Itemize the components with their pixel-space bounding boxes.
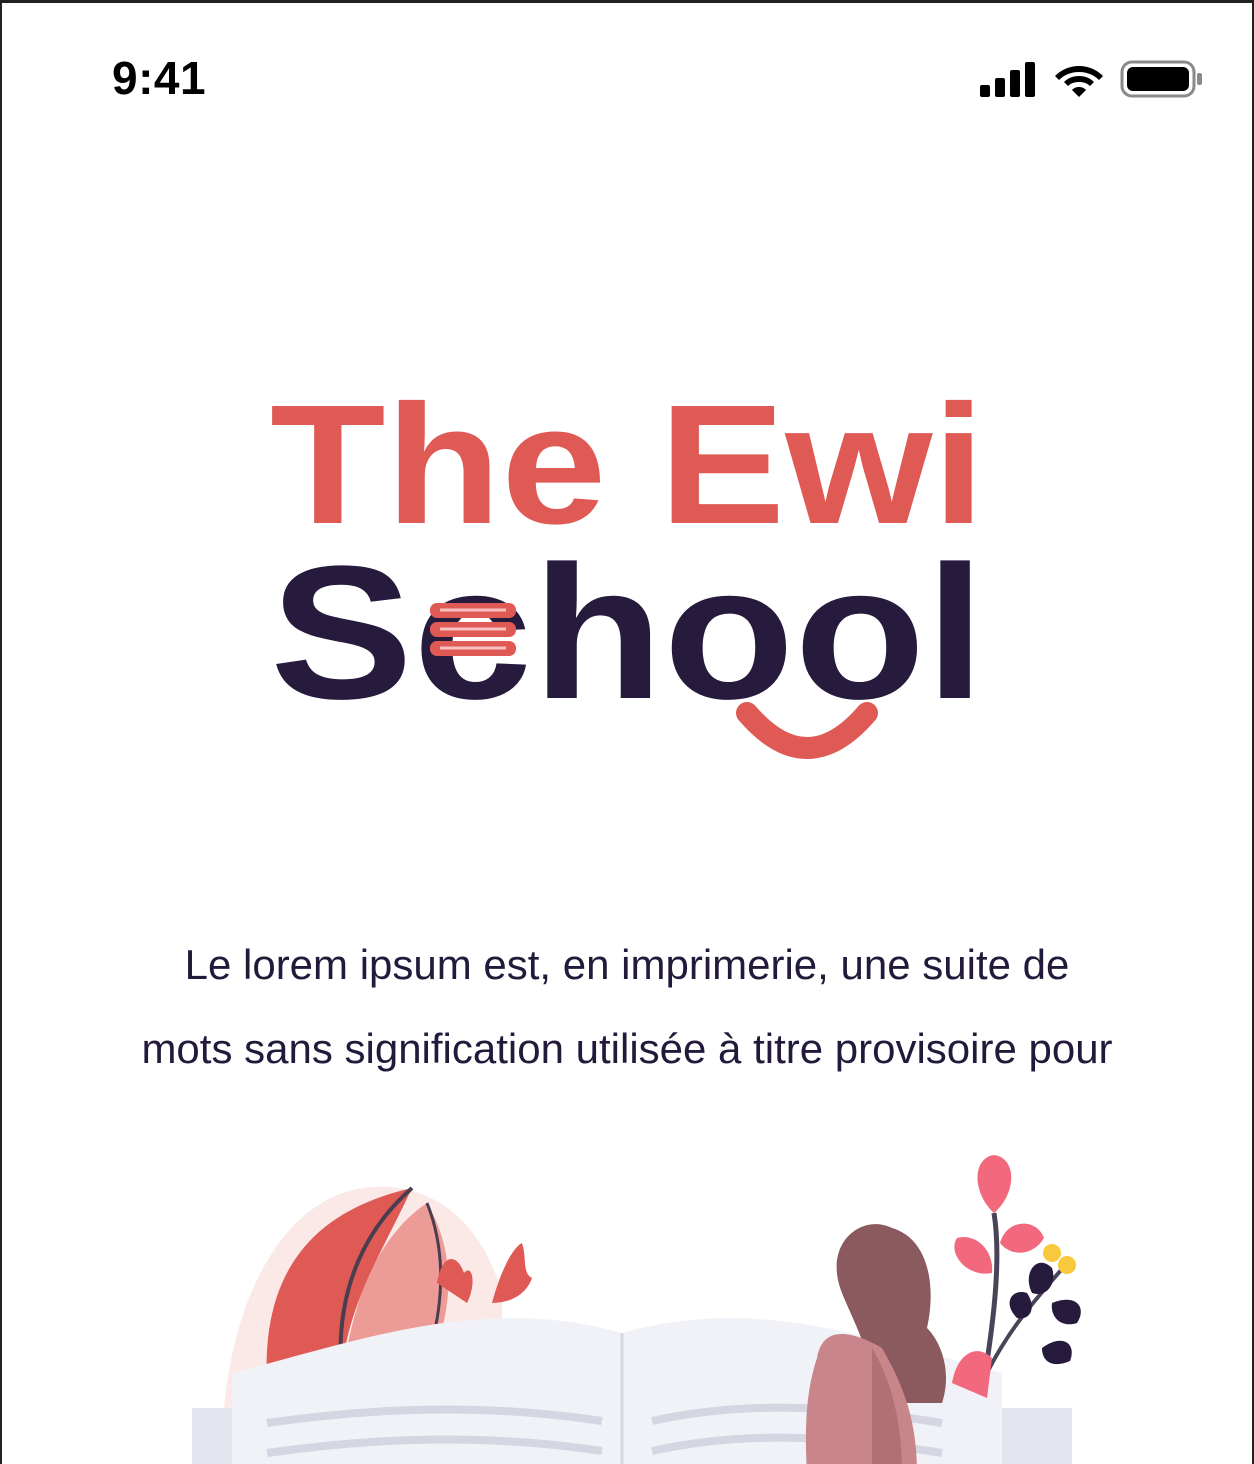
reading-illustration	[192, 1155, 1081, 1464]
description-text: Le lorem ipsum est, en imprimerie, une s…	[42, 923, 1212, 1091]
logo-line-2: School	[270, 527, 985, 739]
battery-icon	[1120, 60, 1202, 98]
status-time: 9:41	[112, 52, 207, 104]
wifi-icon	[1055, 66, 1103, 97]
description-line-1: Le lorem ipsum est, en imprimerie, une s…	[184, 941, 1070, 988]
flower-plant-icon	[952, 1155, 1081, 1398]
book-stack-icon	[430, 603, 516, 656]
cellular-signal-icon	[980, 62, 1035, 97]
status-icons	[980, 59, 1204, 99]
splash-screen: 9:41 The Ewi School Le lorem ipsum est, …	[0, 0, 1254, 1464]
app-logo: The Ewi School	[270, 370, 985, 759]
status-bar: 9:41	[2, 3, 1252, 143]
description-line-2: mots sans signification utilisée à titre…	[141, 1025, 1113, 1072]
